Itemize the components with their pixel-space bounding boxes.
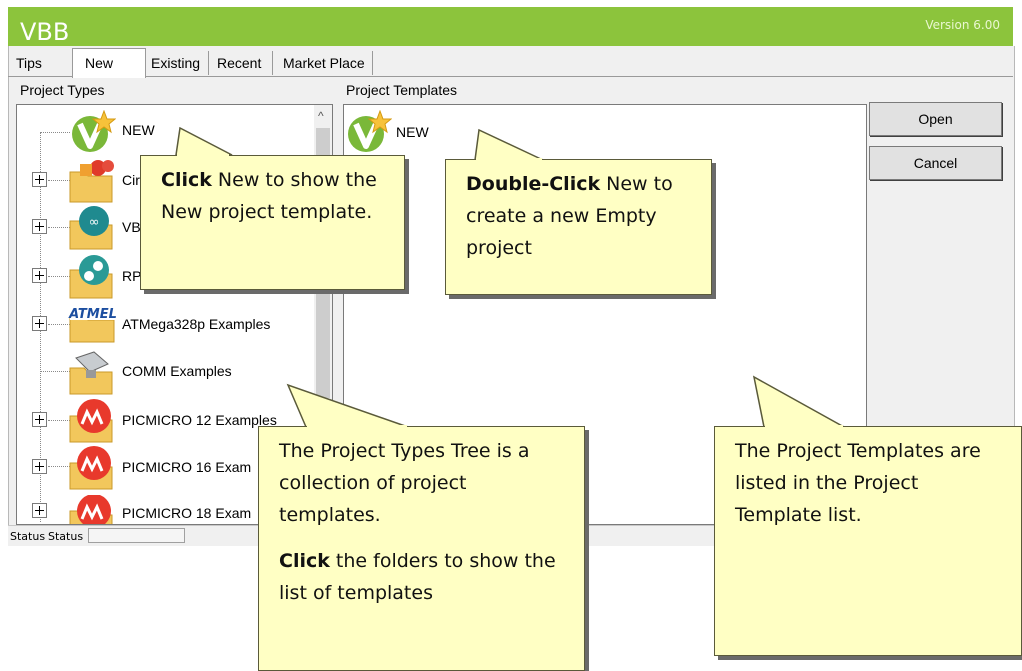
tree-branch [40,371,70,372]
callout-bold: Click [279,550,330,572]
atmel-folder-icon: ATMEL [68,306,117,343]
cancel-button[interactable]: Cancel [869,146,1002,180]
tab-divider [8,76,1013,77]
tree-item-comm[interactable]: COMM Examples [122,363,232,379]
tree-branch [48,276,70,277]
expand-icon[interactable] [32,219,47,234]
expand-icon[interactable] [32,172,47,187]
tree-branch [40,132,70,133]
status-label: Status [10,530,46,543]
tree-item-pic18[interactable]: PICMICRO 18 Exam [122,505,251,521]
microchip-folder-icon [69,495,113,524]
arduino-folder-icon: ∞ [69,206,113,250]
callout-click-new: Click New to show the New project templa… [140,155,405,290]
raspberry-folder-icon [69,255,113,299]
microchip-folder-icon [69,446,113,490]
callout-project-tree: The Project Types Tree is a collection o… [258,426,585,671]
project-types-heading: Project Types [20,82,105,98]
callout-line: Click the folders to show the list of te… [279,545,564,609]
svg-text:∞: ∞ [89,215,100,230]
vbb-new-icon [72,110,116,152]
tree-item-raspberry[interactable]: RP [122,268,141,284]
callout-text: The Project Types Tree is a collection o… [279,440,530,526]
tree-item-arduino[interactable]: VB [122,219,141,235]
open-button[interactable]: Open [869,102,1002,136]
tail-join [476,158,542,161]
tree-item-circuit[interactable]: Cir [122,172,140,188]
vbb-new-icon [348,110,392,152]
title-bar: VBB Version 6.00 [8,7,1013,46]
tab-tips[interactable]: Tips [12,51,60,75]
tree-item-pic12[interactable]: PICMICRO 12 Examples [122,412,277,428]
template-item-new[interactable]: NEW [396,124,429,140]
tree-branch [48,180,70,181]
status-field [88,528,185,543]
callout-double-click: Double-Click New to create a new Empty p… [445,159,712,295]
callout-bold: Double-Click [466,173,601,195]
tree-branch [48,324,70,325]
tree-item-pic16[interactable]: PICMICRO 16 Exam [122,459,251,475]
callout-text: The Project Templates are listed in the … [735,440,981,526]
tail-join [177,154,229,157]
tree-branch [48,466,70,467]
status-value: Status [48,530,84,543]
svg-text:ATMEL: ATMEL [68,307,117,322]
tree-branch [48,420,70,421]
tree-item-atmega[interactable]: ATMega328p Examples [122,316,270,332]
callout-tail [752,375,847,428]
microchip-folder-icon [69,399,113,443]
tab-market-place[interactable]: Market Place [279,51,373,75]
circuit-folder-icon [69,160,114,203]
active-tab-gap [73,76,145,78]
app-title: VBB [20,18,70,46]
tree-branch [48,227,70,228]
scroll-up-icon[interactable]: ^ [318,109,324,123]
tail-join [307,425,407,428]
tail-join [765,425,843,428]
expand-icon[interactable] [32,268,47,283]
expand-icon[interactable] [32,503,47,518]
expand-icon[interactable] [32,316,47,331]
tab-new[interactable]: New [72,48,146,78]
tab-existing[interactable]: Existing [147,51,209,75]
callout-tail [286,383,409,428]
callout-template-list: The Project Templates are listed in the … [714,426,1022,656]
callout-bold: Click [161,169,212,191]
tab-recent[interactable]: Recent [213,51,273,75]
comm-folder-icon [69,351,113,395]
expand-icon[interactable] [32,412,47,427]
expand-icon[interactable] [32,459,47,474]
version-label: Version 6.00 [925,18,1000,32]
project-templates-heading: Project Templates [346,82,458,98]
